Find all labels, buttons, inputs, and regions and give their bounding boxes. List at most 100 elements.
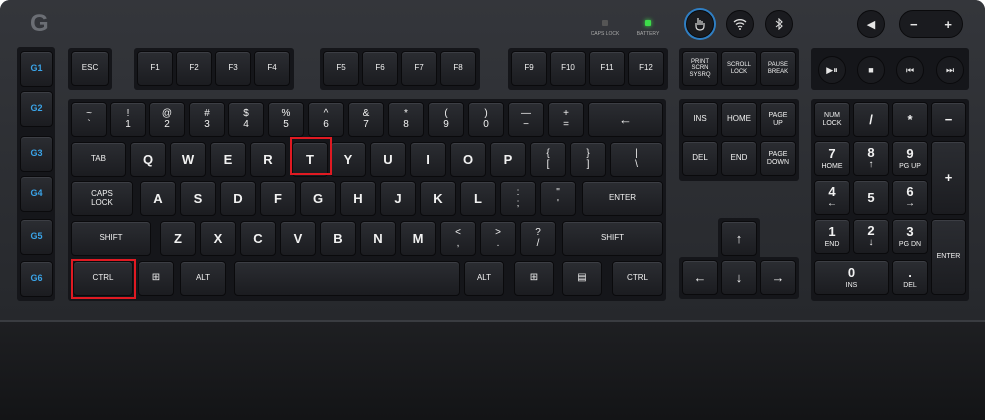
lightspeed-button[interactable] [686,10,714,38]
f6-key[interactable]: F6 [362,51,398,86]
d-key[interactable]: D [220,181,256,216]
f3-key[interactable]: F3 [215,51,251,86]
w-key[interactable]: W [170,142,206,177]
previous-track-button[interactable]: ⏮ [896,56,924,84]
5-key[interactable]: % 5 [268,102,304,137]
right-ctrl-key[interactable]: CTRL [612,261,663,296]
right-bracket-key[interactable]: }] [570,142,606,177]
h-key[interactable]: H [340,181,376,216]
print-screen-key[interactable]: PRINT SCRN SYSRQ [682,51,718,86]
b-key[interactable]: B [320,221,356,256]
down-arrow-key[interactable]: ↓ [721,260,757,295]
numpad-6-key[interactable]: 6 → [892,180,928,215]
numpad-5-key[interactable]: 5 [853,180,889,215]
numpad-3-key[interactable]: 3 PG DN [892,219,928,254]
backspace-key[interactable]: ← [588,102,663,137]
quote-key[interactable]: " ' [540,181,576,216]
i-key[interactable]: I [410,142,446,177]
v-key[interactable]: V [280,221,316,256]
num-lock-key[interactable]: NUM LOCK [814,102,850,137]
f10-key[interactable]: F10 [550,51,586,86]
delete-key[interactable]: DEL [682,141,718,176]
z-key[interactable]: Z [160,221,196,256]
f7-key[interactable]: F7 [401,51,437,86]
right-win-key[interactable]: ⊞ [514,261,554,296]
f1-key[interactable]: F1 [137,51,173,86]
numpad-2-key[interactable]: 2 ↓ [853,219,889,254]
semicolon-key[interactable]: :; [500,181,536,216]
enter-key[interactable]: ENTER [582,181,663,216]
e-key[interactable]: E [210,142,246,177]
2-key[interactable]: @2 [149,102,185,137]
f9-key[interactable]: F9 [511,51,547,86]
g1-key[interactable]: G1 [20,51,53,87]
g6-key[interactable]: G6 [20,261,53,297]
a-key[interactable]: A [140,181,176,216]
equals-key[interactable]: + = [548,102,584,137]
numpad-plus-key[interactable]: + [931,141,966,215]
g4-key[interactable]: G4 [20,176,53,212]
left-bracket-key[interactable]: {[ [530,142,566,177]
insert-key[interactable]: INS [682,102,718,137]
home-key[interactable]: HOME [721,102,757,137]
numpad-0-key[interactable]: 0 INS [814,260,889,295]
up-arrow-key[interactable]: ↑ [721,221,757,256]
k-key[interactable]: K [420,181,456,216]
wireless-button[interactable] [726,10,754,38]
comma-key[interactable]: <, [440,221,476,256]
left-win-key[interactable]: ⊞ [138,261,174,296]
c-key[interactable]: C [240,221,276,256]
j-key[interactable]: J [380,181,416,216]
y-key[interactable]: Y [330,142,366,177]
left-alt-key[interactable]: ALT [180,261,226,296]
f11-key[interactable]: F11 [589,51,625,86]
9-key[interactable]: (9 [428,102,464,137]
numpad-7-key[interactable]: 7 HOME [814,141,850,176]
page-down-key[interactable]: PAGE DOWN [760,141,796,176]
u-key[interactable]: U [370,142,406,177]
1-key[interactable]: ! 1 [110,102,146,137]
left-arrow-key[interactable]: ← [682,260,718,295]
numpad-minus-key[interactable]: − [931,102,966,137]
g5-key[interactable]: G5 [20,219,53,255]
numpad-9-key[interactable]: 9 PG UP [892,141,928,176]
r-key[interactable]: R [250,142,286,177]
g2-key[interactable]: G2 [20,91,53,127]
3-key[interactable]: #3 [189,102,225,137]
x-key[interactable]: X [200,221,236,256]
g3-key[interactable]: G3 [20,136,53,172]
left-shift-key[interactable]: SHIFT [71,221,151,256]
f12-key[interactable]: F12 [628,51,664,86]
numpad-enter-key[interactable]: ENTER [931,219,966,295]
f8-key[interactable]: F8 [440,51,476,86]
volume-rocker[interactable]: − + [899,10,963,38]
numpad-4-key[interactable]: 4 ← [814,180,850,215]
next-track-button[interactable]: ⏭ [936,56,964,84]
backslash-key[interactable]: | \ [610,142,663,177]
period-key[interactable]: >. [480,221,516,256]
7-key[interactable]: & 7 [348,102,384,137]
m-key[interactable]: M [400,221,436,256]
s-key[interactable]: S [180,181,216,216]
4-key[interactable]: $4 [228,102,264,137]
mute-button[interactable]: ◀ [857,10,885,38]
f-key[interactable]: F [260,181,296,216]
f5-key[interactable]: F5 [323,51,359,86]
stop-button[interactable]: ■ [857,56,885,84]
numpad-decimal-key[interactable]: . DEL [892,260,928,295]
end-key[interactable]: END [721,141,757,176]
volume-up-icon[interactable]: + [944,17,952,32]
f2-key[interactable]: F2 [176,51,212,86]
right-arrow-key[interactable]: → [760,260,796,295]
q-key[interactable]: Q [130,142,166,177]
play-pause-button[interactable]: ▶⏸ [818,56,846,84]
tilde-key[interactable]: ~ ` [71,102,107,137]
numpad-1-key[interactable]: 1 END [814,219,850,254]
right-alt-key[interactable]: ALT [464,261,504,296]
scroll-lock-key[interactable]: SCROLL LOCK [721,51,757,86]
minus-key[interactable]: — − [508,102,544,137]
l-key[interactable]: L [460,181,496,216]
6-key[interactable]: ^ 6 [308,102,344,137]
numpad-divide-key[interactable]: / [853,102,889,137]
g-key[interactable]: G [300,181,336,216]
